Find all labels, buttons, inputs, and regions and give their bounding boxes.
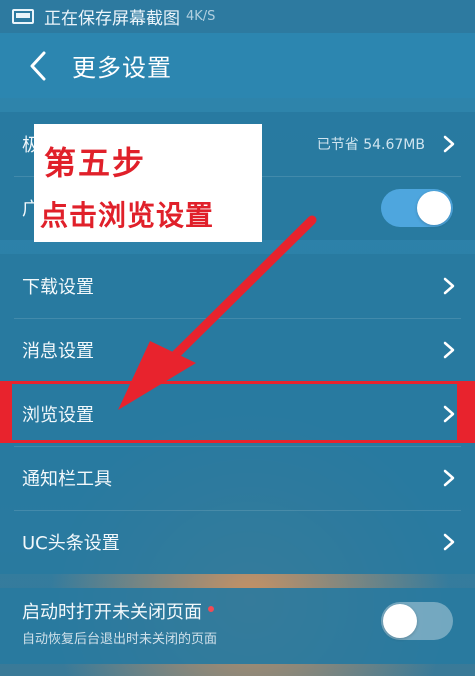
annotation-instruction: 点击浏览设置	[40, 199, 215, 232]
page-title: 更多设置	[72, 54, 172, 82]
row-label: 通知栏工具	[22, 469, 112, 490]
restore-pages-label: 启动时打开未关闭页面	[22, 602, 202, 623]
settings-group-3: 启动时打开未关闭页面 自动恢复后台退出时未关闭的页面	[0, 588, 475, 664]
new-badge-dot	[208, 606, 214, 612]
status-bar: 正在保存屏幕截图 4K/S	[0, 0, 475, 33]
chevron-right-icon	[443, 533, 455, 551]
ad-filter-toggle[interactable]	[381, 189, 453, 227]
chevron-right-icon	[443, 341, 455, 359]
restore-pages-subtitle: 自动恢复后台退出时未关闭的页面	[22, 632, 218, 647]
row-label: 消息设置	[22, 341, 94, 362]
row-title: 启动时打开未关闭页面	[22, 598, 214, 624]
saved-size-value: 已节省 54.67MB	[316, 137, 425, 153]
chevron-right-icon	[443, 469, 455, 487]
tutorial-annotation: 第五步 点击浏览设置	[34, 124, 262, 242]
restore-pages-row[interactable]: 启动时打开未关闭页面 自动恢复后台退出时未关闭的页面	[0, 588, 475, 664]
back-arrow-icon[interactable]	[18, 46, 58, 86]
status-text: 正在保存屏幕截图	[44, 9, 180, 29]
screenshot-icon	[12, 9, 34, 24]
highlight-box	[0, 381, 475, 443]
notification-tools-row[interactable]: 通知栏工具	[0, 446, 475, 510]
network-speed: 4K/S	[186, 9, 216, 24]
message-settings-row[interactable]: 消息设置	[0, 318, 475, 382]
uc-headlines-row[interactable]: UC头条设置	[0, 510, 475, 574]
app-header: 更多设置	[0, 33, 475, 98]
chevron-right-icon	[443, 135, 455, 153]
restore-pages-toggle[interactable]	[381, 602, 453, 640]
download-settings-row[interactable]: 下载设置	[0, 254, 475, 318]
chevron-right-icon	[443, 277, 455, 295]
row-label: UC头条设置	[22, 533, 120, 554]
row-label: 下载设置	[22, 277, 94, 298]
toggle-knob	[417, 191, 451, 225]
toggle-knob	[383, 604, 417, 638]
annotation-step: 第五步	[44, 144, 147, 182]
